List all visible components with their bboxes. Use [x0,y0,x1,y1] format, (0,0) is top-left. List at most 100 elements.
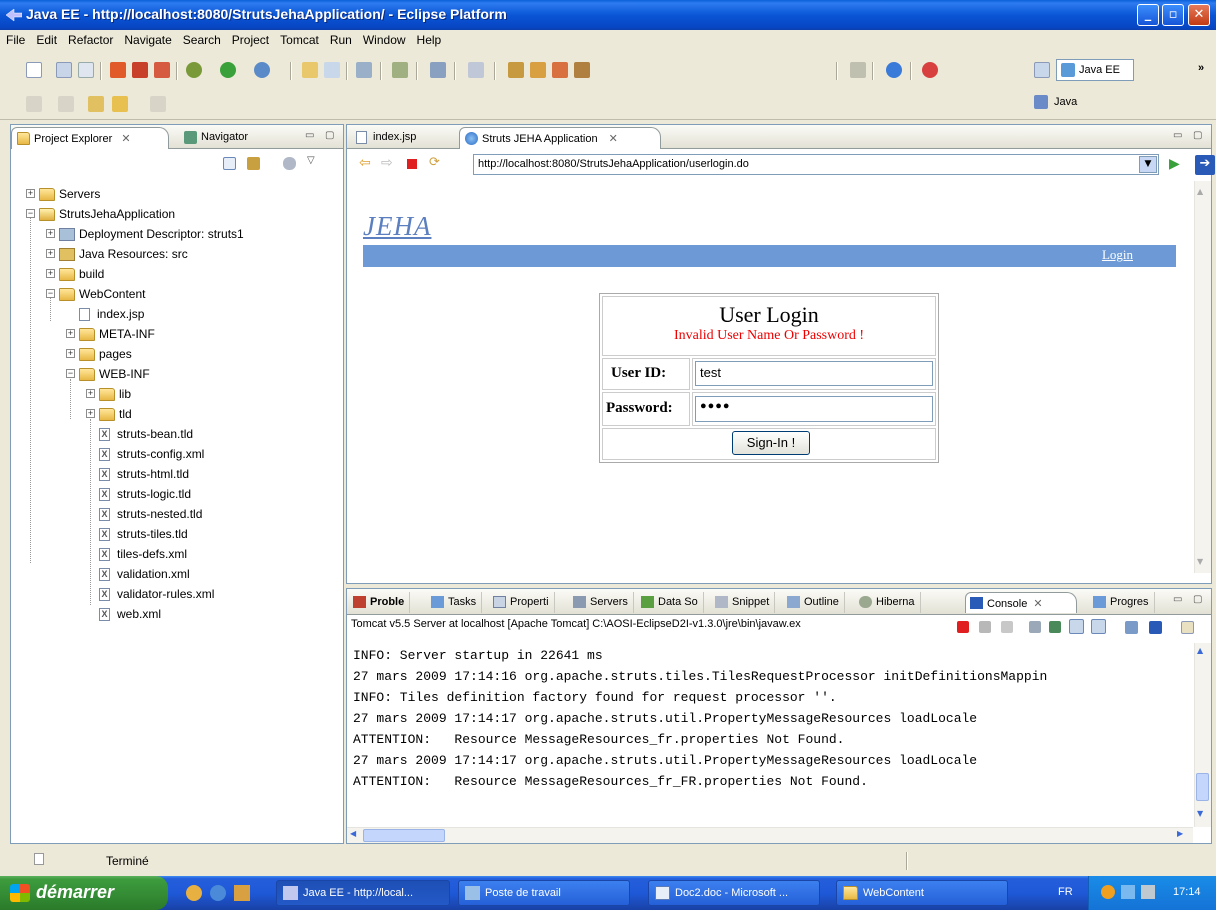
clear-console-icon[interactable] [1029,621,1041,633]
web-service-icon[interactable] [154,62,170,78]
sql-icon[interactable] [552,62,568,78]
sign-in-button[interactable]: Sign-In ! [732,431,810,455]
user-id-input[interactable]: test [695,361,933,386]
remove-all-icon[interactable] [1001,621,1013,633]
scroll-thumb[interactable] [363,829,445,842]
minimize-button[interactable]: _ [1137,4,1159,26]
scroll-right-icon[interactable]: ▶ [1177,829,1183,838]
menu-edit[interactable]: Edit [30,30,62,47]
open-type-icon[interactable] [356,62,372,78]
schema-icon[interactable] [574,62,590,78]
web-browser-icon[interactable] [886,62,902,78]
toggle-icon[interactable] [850,62,866,78]
url-dropdown-icon[interactable]: ▼ [1139,156,1157,173]
view-menu-icon[interactable]: ▽ [307,155,315,166]
filters-icon[interactable] [283,157,296,170]
link-editor-icon[interactable] [247,157,260,170]
tray-network-icon[interactable] [1101,885,1115,899]
next-annotation-icon[interactable] [26,96,42,112]
page-scrollbar[interactable]: ▲ ▼ [1194,181,1211,573]
maximize-icon[interactable]: ▢ [1193,594,1202,605]
ejb-icon[interactable] [110,62,126,78]
menu-help[interactable]: Help [411,30,447,47]
debug-icon[interactable] [186,62,202,78]
login-link[interactable]: Login [1102,245,1133,263]
menu-refactor[interactable]: Refactor [62,30,118,47]
minimize-icon[interactable]: ▭ [1173,594,1182,605]
forward-arrow-icon[interactable]: ⇨ [381,155,393,171]
minimize-icon[interactable]: ▭ [1173,130,1182,141]
tab-hibernate[interactable]: Hiberna [855,592,921,613]
fast-view-icon[interactable] [34,853,44,865]
password-input[interactable]: ●●●● [695,396,933,422]
taskbar-item-word[interactable]: Doc2.doc - Microsoft ... [648,880,820,906]
collapse-all-icon[interactable] [223,157,236,170]
menu-tomcat[interactable]: Tomcat [274,30,324,47]
tab-properties[interactable]: Properti [489,592,555,613]
menu-run[interactable]: Run [324,30,357,47]
scroll-thumb[interactable] [1196,773,1209,801]
scroll-up-icon[interactable]: ▲ [1197,187,1203,196]
taskbar-item-eclipse[interactable]: Java EE - http://local... [276,880,450,906]
maximize-icon[interactable]: ▢ [1193,130,1202,141]
refresh-icon[interactable]: ⟳ [429,155,440,170]
close-icon[interactable]: ✕ [609,133,618,145]
taskbar-item-webcontent[interactable]: WebContent [836,880,1008,906]
quicklaunch-media-icon[interactable] [234,885,250,901]
open-perspective-button[interactable] [1034,62,1050,78]
back-arrow-icon[interactable]: ⇦ [359,155,371,171]
tab-outline[interactable]: Outline [783,592,845,613]
taskbar-item-poste[interactable]: Poste de travail [458,880,630,906]
open-perspective-icon[interactable] [430,62,446,78]
forward-icon[interactable] [150,96,166,112]
new-class-icon[interactable] [324,62,340,78]
menu-file[interactable]: File [0,30,30,47]
last-edit-icon[interactable] [88,96,104,112]
tab-snippets[interactable]: Snippet [711,592,776,613]
tab-progress[interactable]: Progres [1089,592,1155,613]
db-browse-icon[interactable] [530,62,546,78]
window-title-bar[interactable]: Java EE - http://localhost:8080/StrutsJe… [0,0,1216,30]
menu-navigate[interactable]: Navigate [118,30,176,47]
new-project-icon[interactable] [302,62,318,78]
tab-servers[interactable]: Servers [569,592,634,613]
db-icon[interactable] [508,62,524,78]
tab-data-source[interactable]: Data So [637,592,704,613]
tray-volume-icon[interactable] [1121,885,1135,899]
tab-console[interactable]: Console ✕ [965,592,1077,613]
tab-project-explorer[interactable]: Project Explorer ✕ [11,127,169,149]
perspective-javaee[interactable]: Java EE [1056,59,1134,81]
stop-icon[interactable] [407,159,417,169]
external-tools-icon[interactable] [254,62,270,78]
start-button[interactable]: démarrer [0,876,168,910]
url-field[interactable]: http://localhost:8080/StrutsJehaApplicat… [473,154,1159,175]
minimize-icon[interactable]: ▭ [305,130,314,141]
hibernate-icon[interactable] [468,62,484,78]
more-chevron-icon[interactable]: » [1198,62,1204,74]
scroll-down-icon[interactable]: ▼ [1197,557,1203,566]
display-console-icon[interactable] [1149,621,1162,634]
menu-project[interactable]: Project [226,30,274,47]
remove-launch-icon[interactable] [979,621,991,633]
language-indicator[interactable]: FR [1058,886,1073,898]
close-button[interactable]: ✕ [1188,4,1210,26]
scroll-lock-icon[interactable] [1049,621,1061,633]
quicklaunch-browser-icon[interactable] [186,885,202,901]
maximize-icon[interactable]: ▢ [325,130,334,141]
search-icon[interactable] [392,62,408,78]
tab-index-jsp[interactable]: index.jsp [351,127,447,148]
servlet-icon[interactable] [132,62,148,78]
open-external-icon[interactable]: ➔ [1195,155,1215,175]
menu-search[interactable]: Search [177,30,226,47]
show-stdout-icon[interactable] [1069,619,1084,634]
scroll-left-icon[interactable]: ◀ [350,829,356,838]
new-file-icon[interactable] [26,62,42,78]
prev-annotation-icon[interactable] [58,96,74,112]
quicklaunch-ie-icon[interactable] [210,885,226,901]
pin-console-icon[interactable] [1125,621,1138,634]
console-vscrollbar[interactable]: ▲ ▼ [1194,643,1211,827]
close-icon[interactable]: ✕ [1033,598,1042,610]
perspective-java[interactable]: Java [1034,95,1077,109]
open-console-icon[interactable] [1181,621,1194,634]
print-icon[interactable] [78,62,94,78]
